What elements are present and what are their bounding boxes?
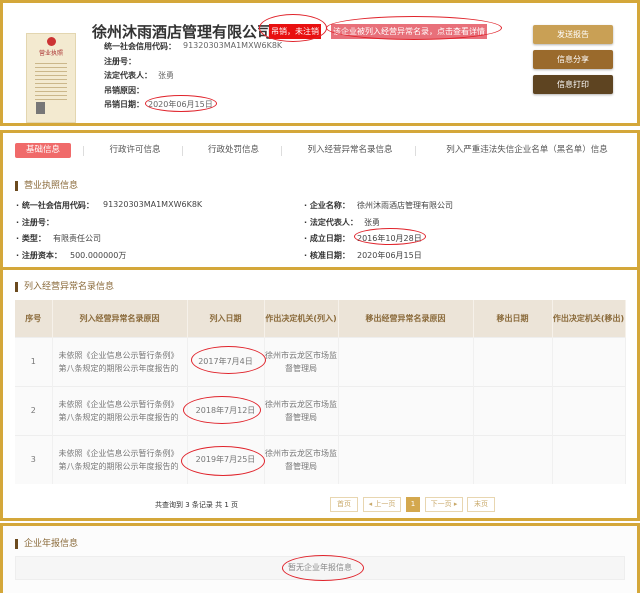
info-label: · 注册号： (16, 217, 54, 227)
table-cell: 2017年7月4日 (187, 336, 265, 386)
table-cell: 未依照《企业信息公示暂行条例》第八条规定的期限公示年度报告的 (52, 385, 188, 435)
table-cell: 未依照《企业信息公示暂行条例》第八条规定的期限公示年度报告的 (52, 336, 188, 386)
column-header: 作出决定机关(移出) (552, 300, 626, 337)
table-cell (473, 385, 553, 435)
table-cell: 1 (15, 336, 53, 386)
table-cell (552, 434, 626, 484)
field-value: 91320303MA1MXW6K8K (183, 41, 283, 50)
tab-divider (182, 146, 183, 156)
table-cell: 2019年7月25日 (187, 434, 265, 484)
qr-code-icon (36, 102, 45, 114)
info-label-text: 类型： (21, 234, 46, 243)
info-label-text: 成立日期： (309, 234, 350, 243)
section-title: 列入经营异常名录信息 (15, 282, 114, 292)
send-report-button[interactable]: 发送报告 (533, 25, 613, 44)
table-cell: 2018年7月12日 (187, 385, 265, 435)
info-label: · 统一社会信用代码： (16, 201, 94, 210)
annual-empty-message: 暂无企业年报信息 (15, 556, 625, 580)
info-label: · 企业名称： (304, 201, 350, 210)
field-label: 吊销日期： (104, 100, 144, 109)
tab-1[interactable]: 行政许可信息 (106, 143, 164, 158)
column-header: 移出日期 (473, 300, 553, 337)
company-name: 徐州沐雨酒店管理有限公司 (92, 23, 273, 41)
info-label: · 成立日期： (304, 234, 350, 243)
table-cell: 徐州市云龙区市场监督管理局 (264, 336, 339, 386)
first-page-button[interactable]: 首页 (330, 497, 358, 512)
info-value: 有限责任公司 (53, 234, 101, 243)
last-page-button[interactable]: 末页 (467, 497, 495, 512)
tab-divider (415, 146, 416, 156)
table-cell (473, 336, 553, 386)
info-value: 500.000000万 (70, 250, 127, 260)
tab-2[interactable]: 行政处罚信息 (205, 143, 262, 158)
info-label-text: 企业名称： (309, 201, 350, 210)
status-badge: 吊销，未注销 (269, 24, 321, 39)
tab-4[interactable]: 列入严重违法失信企业名单（黑名单）信息 (437, 143, 617, 158)
table-cell (552, 385, 626, 435)
column-header: 移出经营异常名录原因 (338, 300, 474, 337)
info-value: 2016年10月28日 (357, 234, 422, 243)
column-header: 列入日期 (187, 300, 265, 337)
page-1-button[interactable]: 1 (406, 497, 420, 512)
field-label: 注册号： (104, 56, 136, 66)
field-label: 统一社会信用代码： (104, 42, 176, 51)
section-title: 企业年报信息 (15, 539, 78, 549)
info-label-text: 注册号： (21, 217, 54, 227)
business-license-image[interactable]: 营业执照 (26, 33, 76, 123)
record-summary: 共查询到 3 条记录 共 1 页 (155, 501, 239, 509)
tab-0[interactable]: 基础信息 (15, 143, 71, 158)
table-row: 1 未依照《企业信息公示暂行条例》第八条规定的期限公示年度报告的 2017年7月4日… (15, 336, 626, 386)
table-cell: 徐州市云龙区市场监督管理局 (264, 385, 339, 435)
info-value: 徐州沐雨酒店管理有限公司 (357, 201, 453, 210)
emblem-icon (47, 37, 56, 46)
table-cell: 2 (15, 385, 53, 435)
tab-3[interactable]: 列入经营异常名录信息 (304, 143, 396, 158)
license-title: 营业执照 (38, 50, 63, 57)
info-label: · 法定代表人： (304, 217, 358, 227)
info-label: · 注册资本： (16, 250, 62, 260)
info-label-text: 核准日期： (309, 250, 350, 260)
column-header: 列入经营异常名录原因 (52, 300, 188, 337)
field-label: 吊销原因： (104, 85, 144, 95)
table-cell: 未依照《企业信息公示暂行条例》第八条规定的期限公示年度报告的 (52, 434, 188, 484)
abnormal-notice-link[interactable]: 该企业被列入经营异常名录，点击查看详情 (331, 24, 487, 39)
table-cell (338, 434, 474, 484)
field-value: 2020年06月15日 (148, 100, 213, 109)
column-header: 序号 (15, 300, 53, 337)
info-value: 2020年06月15日 (357, 250, 422, 260)
prev-page-button[interactable]: ◂ 上一页 (363, 497, 401, 512)
next-page-button[interactable]: 下一页 ▸ (425, 497, 463, 512)
table-cell (338, 385, 474, 435)
info-label-text: 统一社会信用代码： (21, 201, 94, 210)
table-cell: 3 (15, 434, 53, 484)
tab-divider (83, 146, 84, 156)
section-title: 营业执照信息 (15, 181, 78, 191)
field-label: 法定代表人： (104, 71, 152, 80)
info-label-text: 法定代表人： (309, 217, 358, 227)
abnormal-table: 序号 列入经营异常名录原因 列入日期 作出决定机关(列入) 移出经营异常名录原因 移出日期… (15, 300, 626, 484)
table-cell (473, 434, 553, 484)
info-value: 张勇 (364, 217, 380, 227)
info-value: 91320303MA1MXW6K8K (103, 200, 203, 209)
tab-divider (281, 146, 282, 156)
info-label: · 类型： (16, 234, 46, 243)
column-header: 作出决定机关(列入) (264, 300, 339, 337)
table-cell: 徐州市云龙区市场监督管理局 (264, 434, 339, 484)
table-cell (338, 336, 474, 386)
license-text-lines (35, 60, 67, 100)
field-value: 张勇 (158, 71, 174, 80)
table-row: 3 未依照《企业信息公示暂行条例》第八条规定的期限公示年度报告的 2019年7月25… (15, 434, 626, 484)
table-cell (552, 336, 626, 386)
print-button[interactable]: 信息打印 (533, 75, 613, 94)
share-button[interactable]: 信息分享 (533, 50, 613, 69)
table-row: 2 未依照《企业信息公示暂行条例》第八条规定的期限公示年度报告的 2018年7月12… (15, 385, 626, 435)
info-label: · 核准日期： (304, 250, 350, 260)
info-label-text: 注册资本： (21, 250, 62, 260)
